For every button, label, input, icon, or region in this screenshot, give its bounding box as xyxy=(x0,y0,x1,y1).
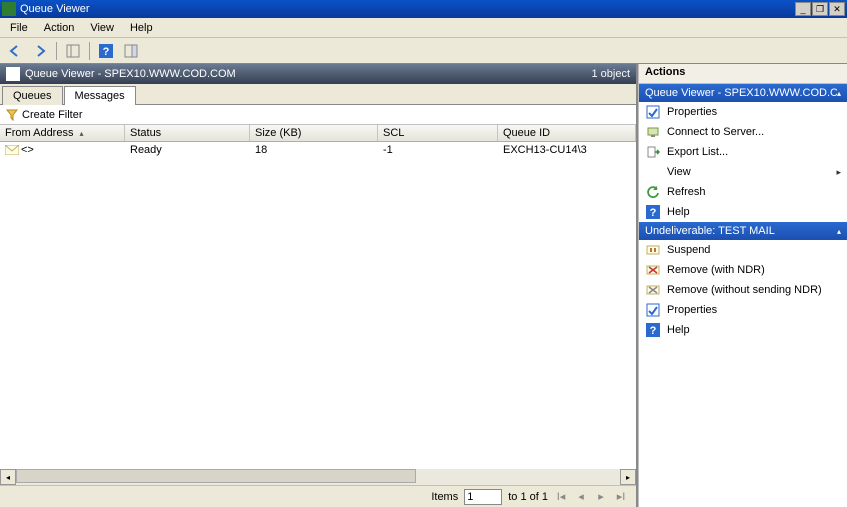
svg-text:?: ? xyxy=(649,207,656,219)
actions-list-2: Suspend Remove (with NDR) Remove (withou… xyxy=(639,240,847,340)
menu-bar: File Action View Help xyxy=(0,18,847,38)
menu-help[interactable]: Help xyxy=(122,20,161,36)
actions-header: Actions xyxy=(639,64,847,84)
action-view-submenu[interactable]: View ▸ xyxy=(639,162,847,182)
suspend-icon xyxy=(645,243,660,258)
forward-icon xyxy=(33,44,47,58)
title-bar: Queue Viewer _ ❐ ✕ xyxy=(0,0,847,18)
filter-bar: Create Filter xyxy=(0,105,636,125)
col-status[interactable]: Status xyxy=(125,125,250,141)
prev-page-button[interactable]: ◂ xyxy=(574,490,588,503)
col-queue-id[interactable]: Queue ID xyxy=(498,125,636,141)
content-header: Queue Viewer - SPEX10.WWW.COD.COM 1 obje… xyxy=(0,64,636,84)
toolbar-separator xyxy=(56,42,57,60)
next-page-button[interactable]: ▸ xyxy=(594,490,608,503)
scroll-track[interactable] xyxy=(16,469,620,485)
properties-icon xyxy=(645,303,660,318)
remove-ndr-icon xyxy=(645,263,660,278)
forward-button[interactable] xyxy=(29,40,51,62)
col-scl[interactable]: SCL xyxy=(378,125,498,141)
toolbar-separator xyxy=(89,42,90,60)
cell-size: 18 xyxy=(250,144,378,156)
menu-action[interactable]: Action xyxy=(36,20,83,36)
col-size[interactable]: Size (KB) xyxy=(250,125,378,141)
action-remove-with-ndr[interactable]: Remove (with NDR) xyxy=(639,260,847,280)
collapse-icon: ▴ xyxy=(837,89,841,98)
refresh-icon xyxy=(645,185,660,200)
queue-viewer-icon xyxy=(6,67,20,81)
help-icon: ? xyxy=(645,323,660,338)
help-button[interactable]: ? xyxy=(95,40,117,62)
table-header: From Address Status Size (KB) SCL Queue … xyxy=(0,125,636,142)
scroll-right-button[interactable]: ▸ xyxy=(620,469,636,485)
tab-row: Queues Messages xyxy=(0,84,636,105)
page-input[interactable] xyxy=(464,489,502,505)
action-suspend[interactable]: Suspend xyxy=(639,240,847,260)
menu-file[interactable]: File xyxy=(2,20,36,36)
action-refresh[interactable]: Refresh xyxy=(639,182,847,202)
back-icon xyxy=(8,44,22,58)
tab-messages[interactable]: Messages xyxy=(64,86,136,105)
tab-queues[interactable]: Queues xyxy=(2,86,63,105)
action-help[interactable]: ? Help xyxy=(639,202,847,222)
maximize-button[interactable]: ❐ xyxy=(812,2,828,16)
action-help-2[interactable]: ? Help xyxy=(639,320,847,340)
action-remove-without-ndr[interactable]: Remove (without sending NDR) xyxy=(639,280,847,300)
svg-text:?: ? xyxy=(103,46,110,58)
close-button[interactable]: ✕ xyxy=(829,2,845,16)
svg-text:?: ? xyxy=(649,325,656,337)
back-button[interactable] xyxy=(4,40,26,62)
main-content: Queue Viewer - SPEX10.WWW.COD.COM 1 obje… xyxy=(0,64,638,507)
remove-no-ndr-icon xyxy=(645,283,660,298)
create-filter-link[interactable]: Create Filter xyxy=(22,109,83,121)
message-table: From Address Status Size (KB) SCL Queue … xyxy=(0,125,636,485)
connect-icon xyxy=(645,125,660,140)
actions-pane: Actions Queue Viewer - SPEX10.WWW.COD.CO… xyxy=(638,64,847,507)
last-page-button[interactable]: ▸I xyxy=(614,490,628,503)
export-icon xyxy=(645,145,660,160)
table-body: <> Ready 18 -1 EXCH13-CU14\3 xyxy=(0,142,636,469)
properties-icon xyxy=(645,105,660,120)
actions-list-1: Properties Connect to Server... Export L… xyxy=(639,102,847,222)
action-properties[interactable]: Properties xyxy=(639,102,847,122)
view-icon xyxy=(645,165,660,180)
toolbar: ? xyxy=(0,38,847,64)
scroll-thumb[interactable] xyxy=(16,469,416,483)
scroll-left-button[interactable]: ◂ xyxy=(0,469,16,485)
chevron-right-icon: ▸ xyxy=(836,167,841,178)
horizontal-scrollbar[interactable]: ◂ ▸ xyxy=(0,469,636,485)
minimize-button[interactable]: _ xyxy=(795,2,811,16)
object-count: 1 object xyxy=(591,68,630,80)
action-pane-button[interactable] xyxy=(120,40,142,62)
col-from-address[interactable]: From Address xyxy=(0,125,125,141)
tree-icon xyxy=(66,44,80,58)
pager-label: Items xyxy=(431,491,458,503)
cell-from: <> xyxy=(21,144,34,156)
pane-icon xyxy=(124,44,138,58)
actions-band-queue-viewer[interactable]: Queue Viewer - SPEX10.WWW.COD.COM ▴ xyxy=(639,84,847,102)
cell-status: Ready xyxy=(125,144,250,156)
menu-view[interactable]: View xyxy=(82,20,122,36)
show-hide-tree-button[interactable] xyxy=(62,40,84,62)
action-export-list[interactable]: Export List... xyxy=(639,142,847,162)
help-icon: ? xyxy=(99,44,113,58)
filter-icon xyxy=(6,109,18,121)
first-page-button[interactable]: I◂ xyxy=(554,490,568,503)
action-connect-to-server[interactable]: Connect to Server... xyxy=(639,122,847,142)
collapse-icon: ▴ xyxy=(837,227,841,236)
pager: Items to 1 of 1 I◂ ◂ ▸ ▸I xyxy=(0,485,636,507)
actions-band-selection[interactable]: Undeliverable: TEST MAIL ▴ xyxy=(639,222,847,240)
help-icon: ? xyxy=(645,205,660,220)
message-icon xyxy=(5,144,19,156)
pager-of: to 1 of 1 xyxy=(508,491,548,503)
cell-scl: -1 xyxy=(378,144,498,156)
action-properties-2[interactable]: Properties xyxy=(639,300,847,320)
app-icon xyxy=(2,2,16,16)
table-row[interactable]: <> Ready 18 -1 EXCH13-CU14\3 xyxy=(0,142,636,158)
content-title: Queue Viewer - SPEX10.WWW.COD.COM xyxy=(25,68,236,80)
cell-queue-id: EXCH13-CU14\3 xyxy=(498,144,636,156)
window-title: Queue Viewer xyxy=(20,3,90,15)
